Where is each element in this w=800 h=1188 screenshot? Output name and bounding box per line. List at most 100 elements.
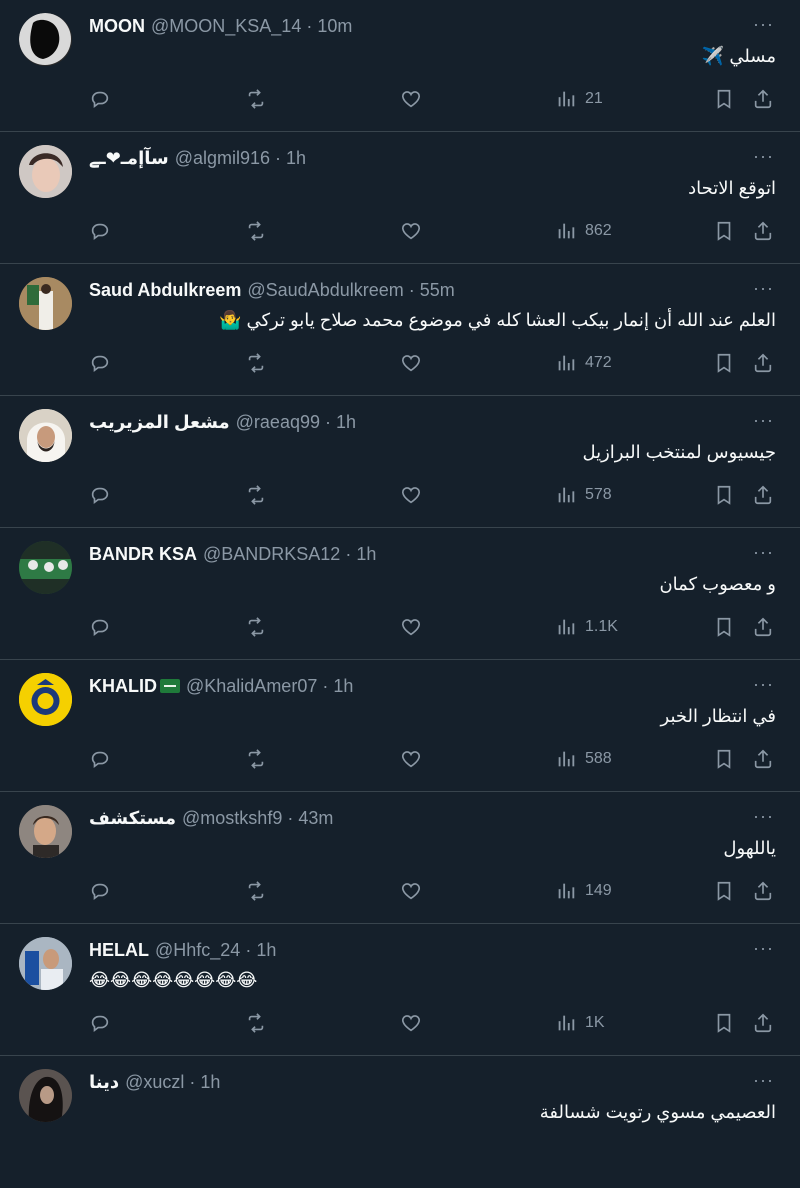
share-icon[interactable]	[752, 482, 774, 508]
user-handle[interactable]: @mostkshf9	[182, 808, 282, 829]
timestamp[interactable]: 43m	[298, 808, 333, 829]
tweet[interactable]: مستكشف @mostkshf9 · 43m ··· ياللهول 149	[0, 792, 800, 924]
share-icon[interactable]	[752, 614, 774, 640]
reply-icon[interactable]	[89, 218, 111, 244]
reply-icon[interactable]	[89, 614, 111, 640]
avatar[interactable]	[19, 145, 72, 198]
reply-icon[interactable]	[89, 1010, 111, 1036]
like-icon[interactable]	[400, 878, 422, 904]
views-button[interactable]: 578	[555, 482, 612, 508]
timestamp[interactable]: 1h	[356, 544, 376, 565]
more-icon[interactable]: ···	[753, 806, 774, 827]
bookmark-icon[interactable]	[713, 86, 735, 112]
display-name[interactable]: سآإمـ❤ـے	[89, 148, 169, 169]
reply-icon[interactable]	[89, 878, 111, 904]
timestamp[interactable]: 10m	[317, 16, 352, 37]
avatar[interactable]	[19, 805, 72, 858]
display-name[interactable]: Saud Abdulkreem	[89, 280, 241, 301]
display-name[interactable]: KHALID	[89, 676, 157, 697]
display-name[interactable]: دينا	[89, 1072, 119, 1093]
timestamp[interactable]: 1h	[200, 1072, 220, 1093]
reply-icon[interactable]	[89, 746, 111, 772]
share-icon[interactable]	[752, 878, 774, 904]
tweet[interactable]: HELAL @Hhfc_24 · 1h ··· 😂😂😂😂😂😂😂😂 1K	[0, 924, 800, 1056]
retweet-icon[interactable]	[245, 614, 267, 640]
display-name[interactable]: مشعل المزيريب	[89, 412, 230, 433]
more-icon[interactable]: ···	[753, 1070, 774, 1091]
bookmark-icon[interactable]	[713, 746, 735, 772]
display-name[interactable]: BANDR KSA	[89, 544, 197, 565]
like-icon[interactable]	[400, 350, 422, 376]
user-handle[interactable]: @raeaq99	[236, 412, 320, 433]
tweet[interactable]: سآإمـ❤ـے @algmil916 · 1h ··· اتوقع الاتح…	[0, 132, 800, 264]
views-button[interactable]: 149	[555, 878, 612, 904]
retweet-icon[interactable]	[245, 1010, 267, 1036]
user-handle[interactable]: @BANDRKSA12	[203, 544, 340, 565]
avatar[interactable]	[19, 1069, 72, 1122]
timestamp[interactable]: 1h	[286, 148, 306, 169]
more-icon[interactable]: ···	[753, 674, 774, 695]
more-icon[interactable]: ···	[753, 278, 774, 299]
user-handle[interactable]: @xuczl	[125, 1072, 184, 1093]
reply-icon[interactable]	[89, 482, 111, 508]
retweet-icon[interactable]	[245, 218, 267, 244]
reply-icon[interactable]	[89, 86, 111, 112]
display-name[interactable]: MOON	[89, 16, 145, 37]
views-button[interactable]: 1.1K	[555, 614, 618, 640]
tweet[interactable]: مشعل المزيريب @raeaq99 · 1h ··· جيسيوس ل…	[0, 396, 800, 528]
share-icon[interactable]	[752, 350, 774, 376]
avatar[interactable]	[19, 937, 72, 990]
avatar[interactable]	[19, 409, 72, 462]
user-handle[interactable]: @MOON_KSA_14	[151, 16, 301, 37]
like-icon[interactable]	[400, 86, 422, 112]
bookmark-icon[interactable]	[713, 482, 735, 508]
like-icon[interactable]	[400, 1010, 422, 1036]
more-icon[interactable]: ···	[753, 542, 774, 563]
more-icon[interactable]: ···	[753, 938, 774, 959]
reply-icon[interactable]	[89, 350, 111, 376]
like-icon[interactable]	[400, 482, 422, 508]
more-icon[interactable]: ···	[753, 14, 774, 35]
bookmark-icon[interactable]	[713, 1010, 735, 1036]
tweet[interactable]: MOON @MOON_KSA_14 · 10m ··· مسلي ✈️ 21	[0, 0, 800, 132]
bookmark-icon[interactable]	[713, 218, 735, 244]
bookmark-icon[interactable]	[713, 614, 735, 640]
timestamp[interactable]: 1h	[256, 940, 276, 961]
views-button[interactable]: 472	[555, 350, 612, 376]
retweet-icon[interactable]	[245, 746, 267, 772]
retweet-icon[interactable]	[245, 878, 267, 904]
user-handle[interactable]: @Hhfc_24	[155, 940, 240, 961]
share-icon[interactable]	[752, 1010, 774, 1036]
share-icon[interactable]	[752, 746, 774, 772]
avatar[interactable]	[19, 13, 72, 66]
views-button[interactable]: 588	[555, 746, 612, 772]
views-button[interactable]: 21	[555, 86, 603, 112]
views-button[interactable]: 1K	[555, 1010, 605, 1036]
display-name[interactable]: مستكشف	[89, 808, 176, 829]
share-icon[interactable]	[752, 218, 774, 244]
timestamp[interactable]: 55m	[420, 280, 455, 301]
bookmark-icon[interactable]	[713, 878, 735, 904]
avatar[interactable]	[19, 277, 72, 330]
avatar[interactable]	[19, 673, 72, 726]
more-icon[interactable]: ···	[753, 146, 774, 167]
like-icon[interactable]	[400, 614, 422, 640]
avatar[interactable]	[19, 541, 72, 594]
user-handle[interactable]: @KhalidAmer07	[186, 676, 317, 697]
user-handle[interactable]: @SaudAbdulkreem	[247, 280, 403, 301]
tweet[interactable]: BANDR KSA @BANDRKSA12 · 1h ··· و معصوب ك…	[0, 528, 800, 660]
display-name[interactable]: HELAL	[89, 940, 149, 961]
retweet-icon[interactable]	[245, 86, 267, 112]
tweet[interactable]: دينا @xuczl · 1h ··· العصيمي مسوي رتويت …	[0, 1056, 800, 1188]
tweet[interactable]: KHALID @KhalidAmer07 · 1h ··· في انتظار …	[0, 660, 800, 792]
retweet-icon[interactable]	[245, 482, 267, 508]
user-handle[interactable]: @algmil916	[175, 148, 270, 169]
like-icon[interactable]	[400, 746, 422, 772]
share-icon[interactable]	[752, 86, 774, 112]
bookmark-icon[interactable]	[713, 350, 735, 376]
views-button[interactable]: 862	[555, 218, 612, 244]
timestamp[interactable]: 1h	[336, 412, 356, 433]
retweet-icon[interactable]	[245, 350, 267, 376]
timestamp[interactable]: 1h	[333, 676, 353, 697]
more-icon[interactable]: ···	[753, 410, 774, 431]
